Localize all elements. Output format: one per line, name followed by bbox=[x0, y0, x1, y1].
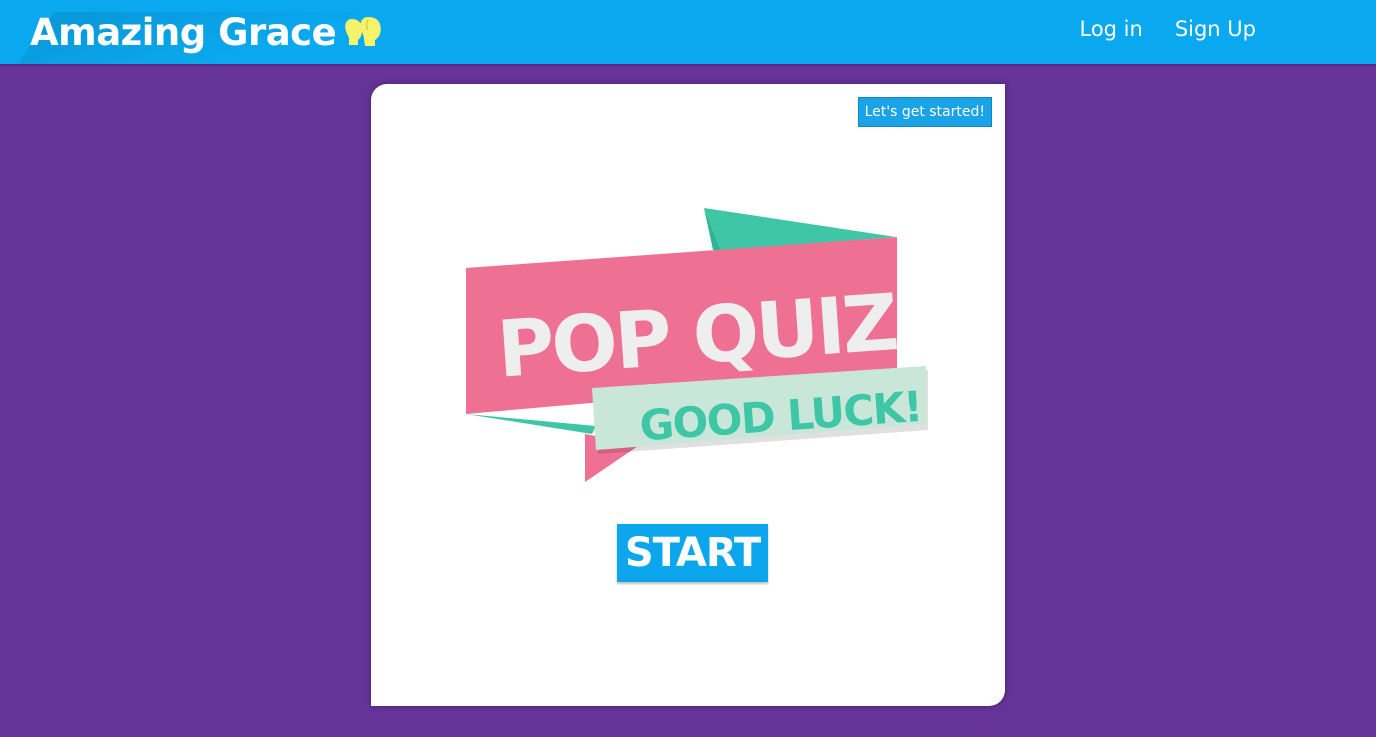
lets-get-started-badge[interactable]: Let's get started! bbox=[857, 97, 992, 127]
signup-link[interactable]: Sign Up bbox=[1175, 17, 1256, 41]
login-link[interactable]: Log in bbox=[1079, 17, 1142, 41]
quiz-card: Let's get started! POP QUIZ GOOD LUCK! S… bbox=[371, 84, 1005, 706]
top-navigation-bar: Amazing Grace Log in Sign Up bbox=[0, 0, 1376, 64]
yellow-heads-icon bbox=[345, 17, 381, 46]
pop-quiz-graphic: POP QUIZ GOOD LUCK! bbox=[466, 208, 928, 482]
account-nav: Log in Sign Up bbox=[1079, 17, 1256, 41]
brand-name: Amazing Grace bbox=[30, 10, 337, 54]
brand-logo[interactable]: Amazing Grace bbox=[17, 8, 385, 64]
teal-ribbon-bottom bbox=[466, 414, 596, 434]
start-button[interactable]: START bbox=[617, 524, 768, 582]
